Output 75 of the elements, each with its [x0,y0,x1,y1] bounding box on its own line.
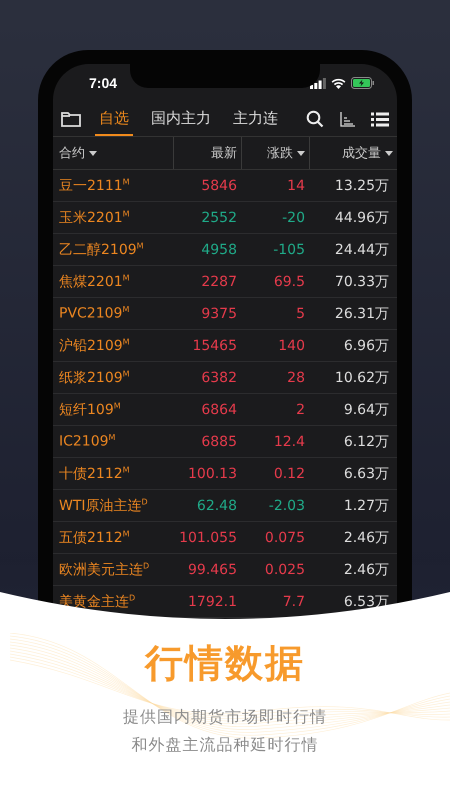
tab[interactable]: 国内主力 [147,102,215,136]
price-change: 14 [286,178,306,194]
tab[interactable]: 自选 [95,102,133,136]
price-change: 12.4 [272,434,306,450]
contract-name[interactable]: IC2109$^{M}$ [53,433,173,450]
chart-icon[interactable] [340,112,355,126]
latest-price: 1792.1 [187,594,238,610]
wifi-icon [331,78,346,88]
latest-price: 99.465 [187,562,238,578]
latest-price: 62.48 [196,498,238,514]
contract-name[interactable]: 玉米2201$^{M}$ [53,208,173,226]
price-change: 7.7 [282,594,306,610]
promo-text: 和外盘主流品种延时行情 [132,734,318,756]
contract-name[interactable]: WTI原油主连$^{D}$ [53,496,173,514]
volume: 24.44万 [334,240,390,258]
list-icon[interactable] [371,112,389,126]
price-change: -20 [281,210,306,226]
promo-title: 行情数据 [145,640,305,687]
contract-name[interactable]: 豆一2111$^{M}$ [53,176,173,194]
promo-text: 提供国内期货市场即时行情 [123,706,327,728]
folder-icon[interactable] [61,111,81,127]
column-header[interactable]: 最新 [173,137,241,169]
battery-charging-icon [351,77,375,89]
search-icon[interactable] [306,110,324,128]
volume: 2.46万 [342,528,390,546]
contract-name[interactable]: PVC2109$^{M}$ [53,305,173,322]
latest-price: 6382 [200,370,238,386]
volume: 6.96万 [342,336,390,354]
price-change: 28 [286,370,306,386]
latest-price: 15465 [191,338,238,354]
status-time: 7:04 [89,75,118,91]
tab[interactable]: 主力连 [229,102,282,136]
latest-price: 6885 [200,434,238,450]
latest-price: 9375 [200,306,238,322]
volume: 2.46万 [342,560,390,578]
volume: 26.31万 [334,304,390,322]
volume: 6.63万 [342,464,390,482]
contract-name[interactable]: 沪铅2109$^{M}$ [53,336,173,354]
latest-price: 2552 [200,210,238,226]
latest-price: 100.13 [187,466,238,482]
price-change: 140 [277,338,306,354]
price-change: -2.03 [268,498,306,514]
volume: 44.96万 [334,208,390,226]
contract-name[interactable]: 欧洲美元主连$^{D}$ [53,560,173,578]
latest-price: 101.055 [178,530,238,546]
price-change: 0.12 [272,466,306,482]
caret-icon [297,150,305,156]
price-change: 2 [295,402,306,418]
latest-price: 4958 [200,242,238,258]
latest-price: 2287 [200,274,238,290]
contract-name[interactable]: 十债2112$^{M}$ [53,464,173,482]
price-change: 5 [295,306,306,322]
contract-name[interactable]: 焦煤2201$^{M}$ [53,272,173,290]
column-header[interactable]: 成交量 [309,137,397,169]
volume: 10.62万 [334,368,390,386]
price-change: -105 [272,242,306,258]
contract-name[interactable]: 乙二醇2109$^{M}$ [53,240,173,258]
volume: 1.27万 [342,496,390,514]
contract-name[interactable]: 纸浆2109$^{M}$ [53,368,173,386]
volume: 9.64万 [342,400,390,418]
price-change: 0.025 [264,562,306,578]
column-header[interactable]: 涨跌 [241,137,309,169]
volume: 6.12万 [342,432,390,450]
price-change: 69.5 [272,274,306,290]
contract-name[interactable]: 短纤109$^{M}$ [53,400,173,418]
latest-price: 6864 [200,402,238,418]
volume: 13.25万 [334,176,390,194]
volume: 70.33万 [334,272,390,290]
contract-name[interactable]: 五债2112$^{M}$ [53,528,173,546]
caret-icon [385,150,393,156]
latest-price: 5846 [200,178,238,194]
price-change: 0.075 [264,530,306,546]
signal-icon [310,78,326,88]
column-header[interactable]: 合约 [53,137,173,169]
caret-icon [89,150,97,156]
